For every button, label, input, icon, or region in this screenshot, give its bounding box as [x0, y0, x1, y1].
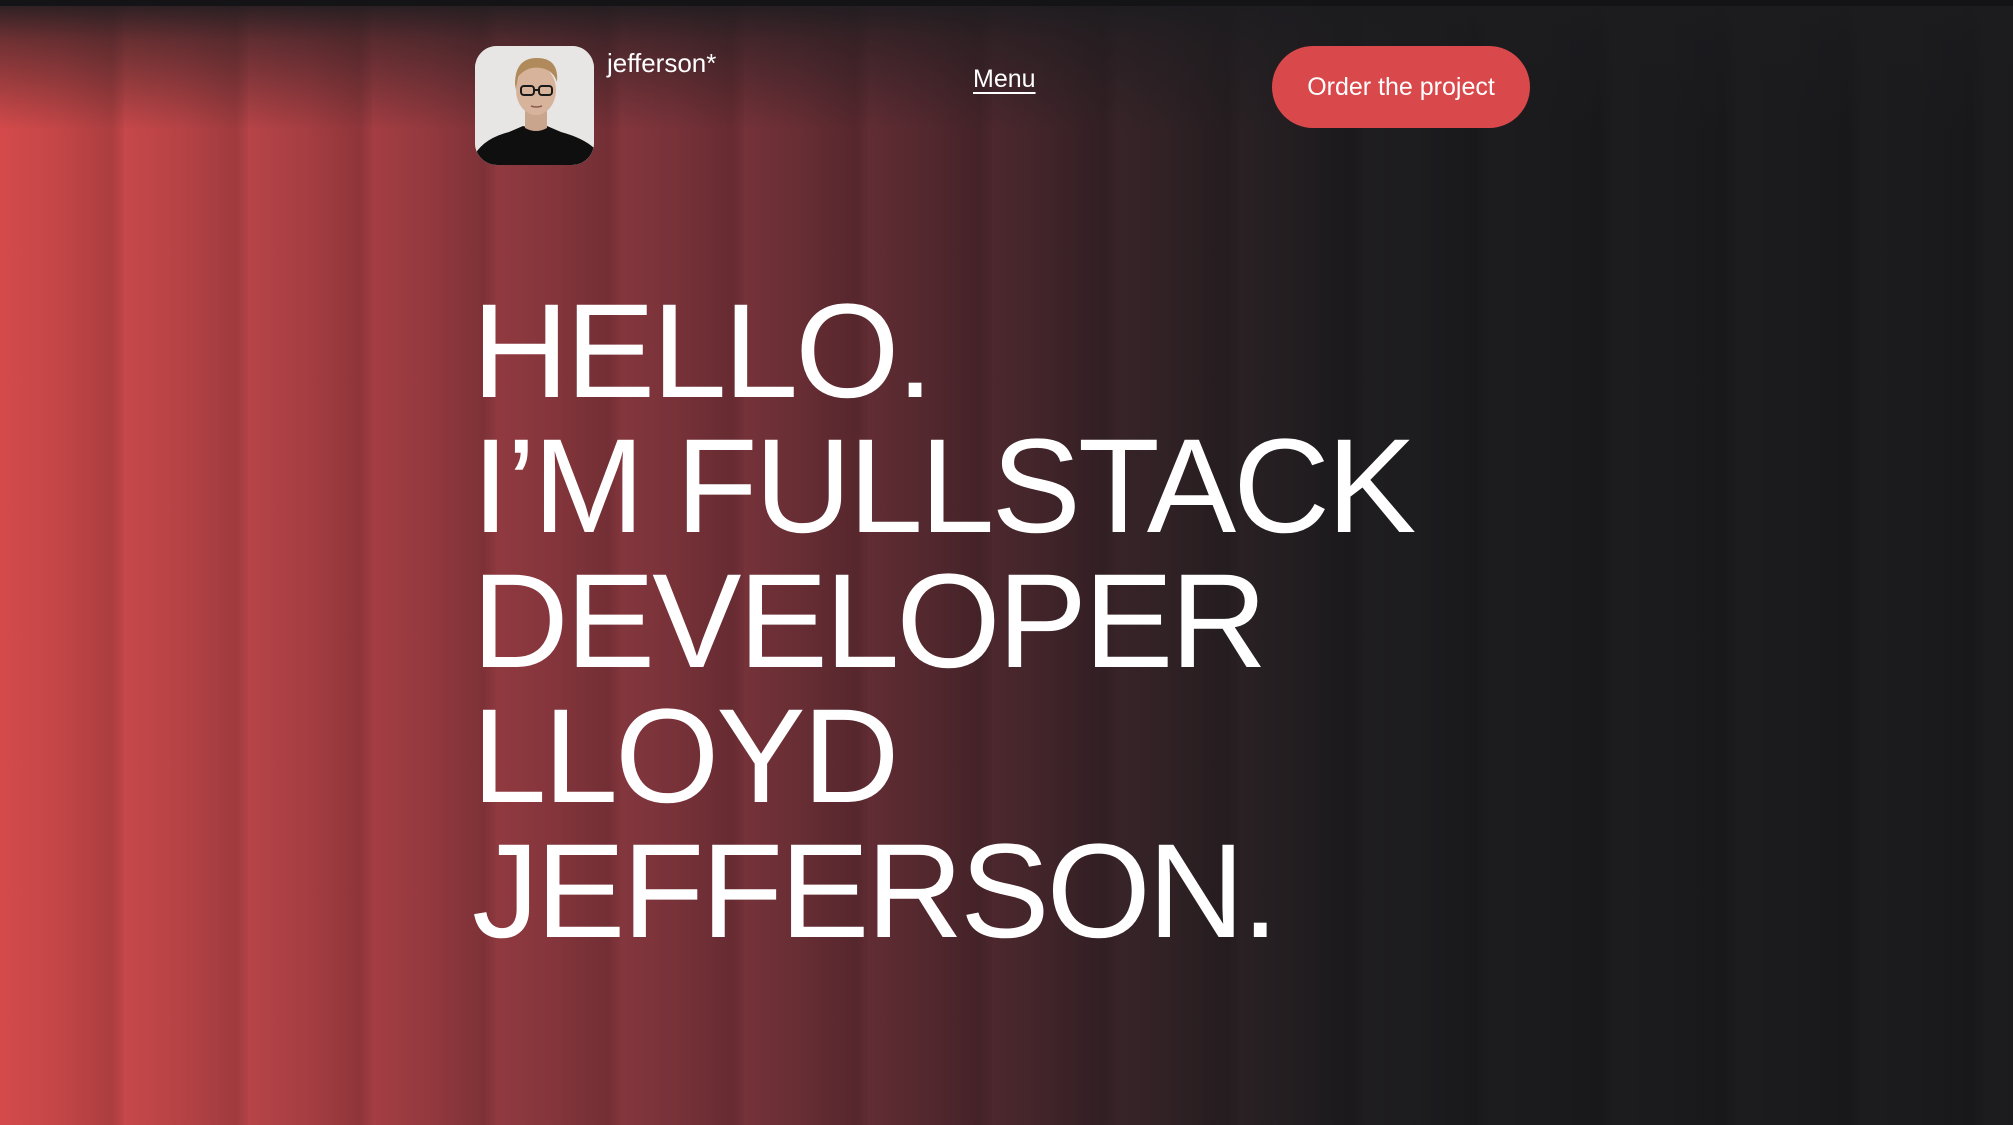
hero-line: I’M FULLSTACK	[472, 412, 1416, 561]
hero-line: LLOYD	[472, 682, 899, 831]
hero-line: HELLO.	[472, 277, 934, 426]
avatar[interactable]	[475, 46, 594, 165]
brand-name[interactable]: jefferson*	[607, 47, 716, 79]
hero-line: DEVELOPER	[472, 547, 1267, 696]
order-project-button[interactable]: Order the project	[1272, 46, 1530, 128]
hero-heading: HELLO. I’M FULLSTACK DEVELOPER LLOYD JEF…	[472, 277, 1416, 966]
hero-line: JEFFERSON.	[472, 817, 1279, 966]
portrait-icon	[475, 46, 594, 165]
top-edge	[0, 0, 2013, 6]
menu-link[interactable]: Menu	[973, 63, 1036, 95]
